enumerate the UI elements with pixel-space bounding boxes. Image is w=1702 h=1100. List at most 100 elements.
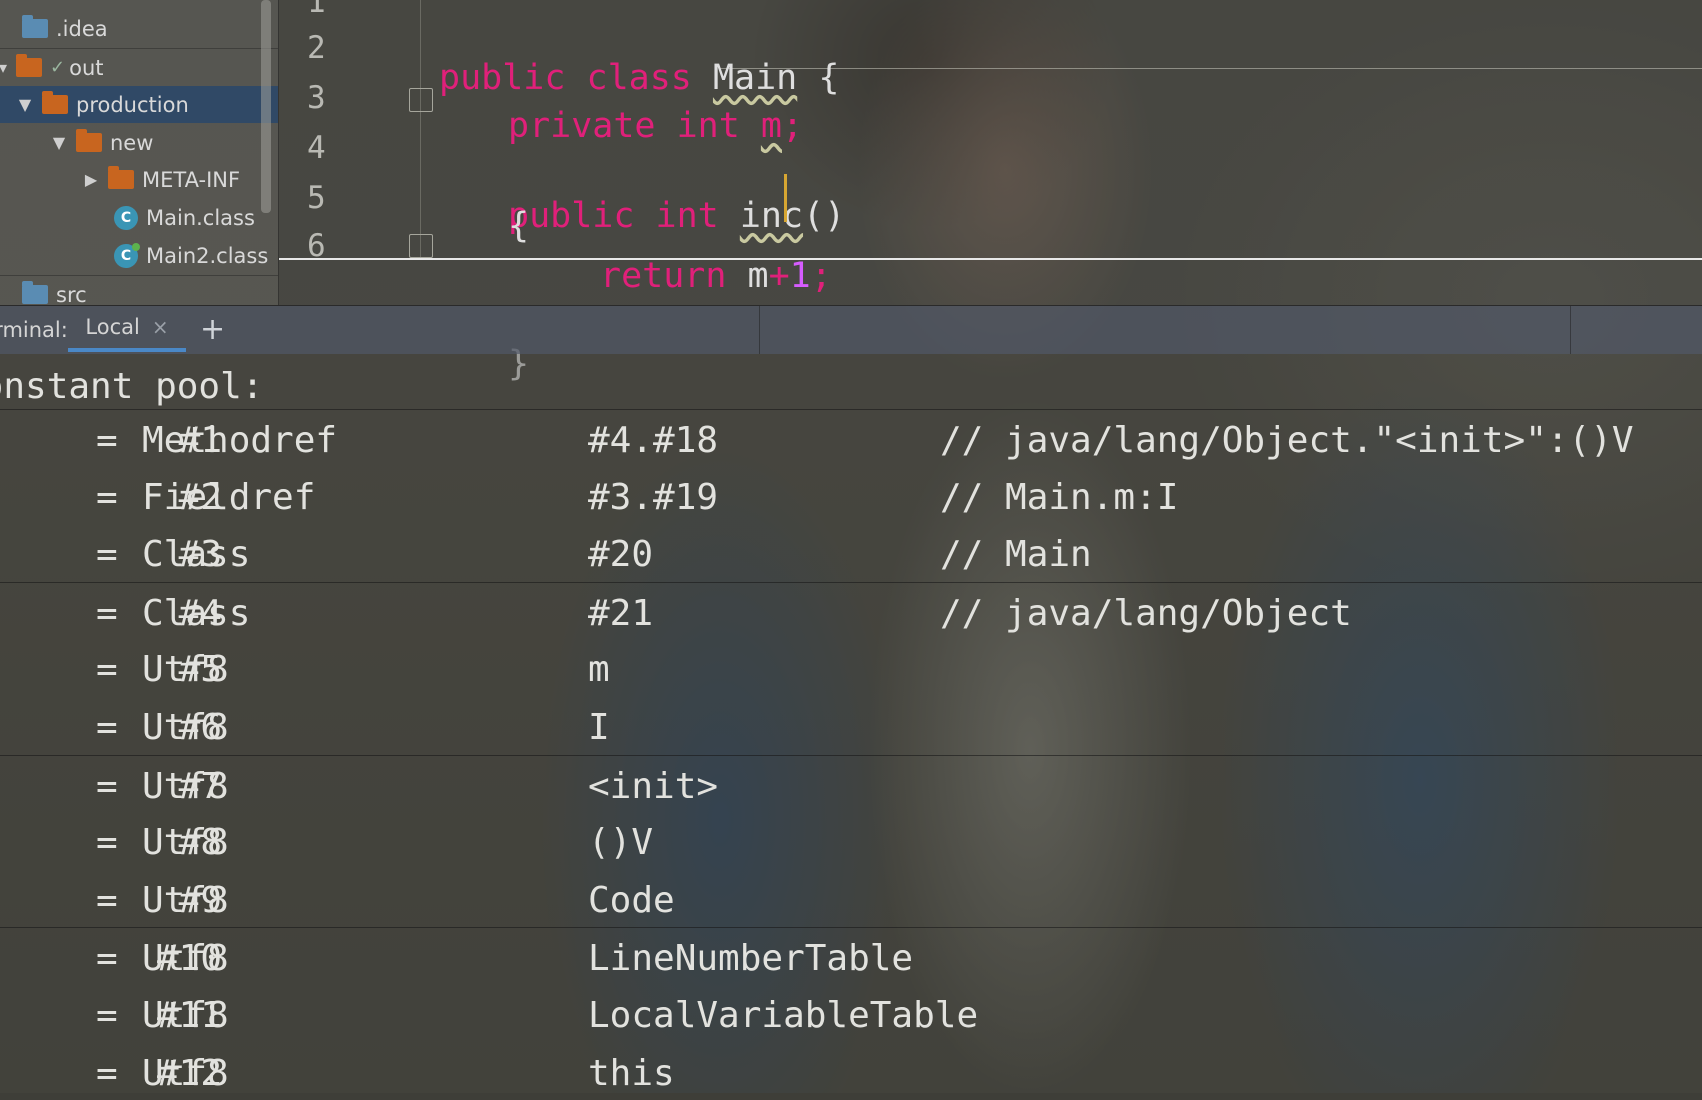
chevron-down-icon[interactable]: ▾ — [0, 58, 12, 77]
fold-marker-icon[interactable] — [409, 88, 433, 112]
entry-equals: = — [96, 420, 118, 461]
folder-icon — [42, 91, 68, 114]
entry-equals: = — [96, 822, 118, 864]
constant-pool-entry: #2 = Fieldref #3.#19// Main.m:I — [0, 467, 1702, 524]
code-line: 6 } — [307, 228, 530, 384]
code-line: 2 private int m; — [307, 30, 804, 146]
tree-scrollbar[interactable] — [261, 0, 271, 213]
constant-pool-entry: #7 = Utf8 <init> — [0, 754, 1702, 813]
folder-icon — [22, 281, 48, 304]
code-editor[interactable]: 1 public class Main { 2 private int m; 3… — [279, 0, 1702, 384]
entry-value: #3.#19 — [588, 476, 719, 518]
entry-comment: // Main.m:I — [940, 476, 1179, 518]
constant-pool-entry: #12 = Utf8 this — [0, 1043, 1702, 1100]
folder-icon — [16, 54, 42, 77]
tree-item-label: new — [110, 130, 154, 155]
folder-icon — [22, 15, 48, 38]
entry-equals: = — [96, 534, 118, 576]
code-line: 3 public int inc() — [307, 80, 846, 236]
tree-item-label: out — [69, 55, 104, 80]
chevron-down-icon[interactable]: ▼ — [16, 95, 34, 114]
close-icon[interactable]: × — [152, 315, 169, 339]
tree-item-label: Main.class — [146, 205, 255, 230]
entry-equals: = — [96, 938, 118, 980]
entry-value: #20 — [588, 534, 654, 576]
chevron-right-icon[interactable]: ▶ — [82, 170, 100, 189]
entry-kind: Utf8 — [142, 822, 229, 864]
entry-comment: // Main — [940, 534, 1092, 576]
entry-value: I — [588, 707, 610, 748]
line-number: 5 — [307, 180, 326, 216]
code-line: 4 { — [307, 130, 530, 246]
project-tree: .idea ▾ ✓ out ▼ production ▼ new ▶ META-… — [0, 0, 279, 307]
tree-item-label: src — [56, 282, 87, 307]
folder-icon — [108, 166, 134, 189]
entry-equals: = — [96, 995, 118, 1036]
terminal-label: Terminal: — [0, 318, 68, 342]
tab-label: Local — [85, 315, 140, 339]
class-file-icon: C — [114, 205, 138, 230]
tree-item-out[interactable]: ▾ ✓ out — [0, 48, 278, 86]
constant-pool-entry: #3 = Class #20// Main — [0, 524, 1702, 581]
tree-item-production[interactable]: ▼ production — [0, 86, 278, 123]
constant-pool-entry: #9 = Utf8 Code — [0, 870, 1702, 927]
entry-comment: // java/lang/Object."<init>":()V — [940, 420, 1634, 461]
entry-kind: Utf8 — [142, 649, 229, 691]
entry-value: #21 — [588, 592, 654, 634]
tree-item-main-class[interactable]: C Main.class — [0, 199, 278, 236]
code-line: 1 public class Main { — [279, 0, 1702, 98]
entry-equals: = — [96, 1052, 118, 1094]
tab-local[interactable]: Local × — [68, 306, 186, 352]
tree-item-main2-class[interactable]: C Main2.class — [0, 237, 278, 274]
entry-value: LineNumberTable — [588, 938, 914, 980]
tree-item-label: META-INF — [142, 167, 241, 192]
entry-comment: // java/lang/Object — [940, 592, 1352, 634]
fold-marker-icon[interactable] — [409, 234, 433, 258]
entry-kind: Utf8 — [142, 765, 229, 807]
entry-kind: Utf8 — [142, 879, 229, 921]
tree-item-new[interactable]: ▼ new — [0, 124, 278, 161]
tree-item-idea[interactable]: .idea — [0, 10, 278, 47]
tree-item-label: Main2.class — [146, 243, 269, 268]
line-number: 1 — [307, 0, 326, 20]
entry-value: #4.#18 — [588, 420, 719, 461]
entry-value: ()V — [588, 822, 654, 864]
tree-item-meta-inf[interactable]: ▶ META-INF — [0, 161, 278, 198]
code-line: 5 return m+1; — [307, 180, 832, 296]
tree-item-label: production — [76, 92, 189, 117]
constant-pool-entry: #5 = Utf8 m — [0, 639, 1702, 696]
terminal-tab-bar: Terminal: Local × + — [0, 305, 1702, 354]
entry-equals: = — [96, 707, 118, 748]
entry-kind: Utf8 — [142, 1052, 229, 1094]
entry-kind: Methodref — [142, 420, 338, 461]
class-file-icon: C — [114, 242, 140, 268]
terminal-output[interactable]: Constant pool: #1=Methodref#4.#18// java… — [0, 354, 1702, 1094]
chevron-down-icon[interactable]: ▼ — [50, 133, 68, 152]
constant-pool-header: Constant pool: — [0, 366, 264, 407]
constant-pool-entry: #4 = Class #21// java/lang/Object — [0, 581, 1702, 640]
entry-equals: = — [96, 765, 118, 807]
constant-pool-entry: #11 = Utf8 LocalVariableTable — [0, 985, 1702, 1042]
entry-kind: Class — [142, 534, 251, 576]
entry-equals: = — [96, 879, 118, 921]
line-number: 3 — [307, 80, 326, 116]
entry-kind: Fieldref — [142, 476, 316, 518]
entry-kind: Utf8 — [142, 707, 229, 748]
entry-value: LocalVariableTable — [588, 995, 979, 1036]
line-number: 2 — [307, 30, 326, 66]
entry-kind: Utf8 — [142, 995, 229, 1036]
entry-kind: Class — [142, 592, 251, 634]
entry-value: m — [588, 649, 610, 691]
add-tab-button[interactable]: + — [200, 312, 225, 347]
entry-equals: = — [96, 649, 118, 691]
entry-equals: = — [96, 592, 118, 634]
checkmark-icon: ✓ — [50, 57, 66, 78]
constant-pool-entry: #1 = Methodref #4.#18// java/lang/Object."<… — [0, 409, 1702, 467]
folder-icon — [76, 129, 102, 152]
entry-kind: Utf8 — [142, 938, 229, 980]
entry-value: Code — [588, 879, 675, 921]
entry-equals: = — [96, 476, 118, 518]
constant-pool-entry: #6 = Utf8 I — [0, 697, 1702, 754]
entry-value: <init> — [588, 765, 719, 807]
entry-value: this — [588, 1052, 675, 1094]
